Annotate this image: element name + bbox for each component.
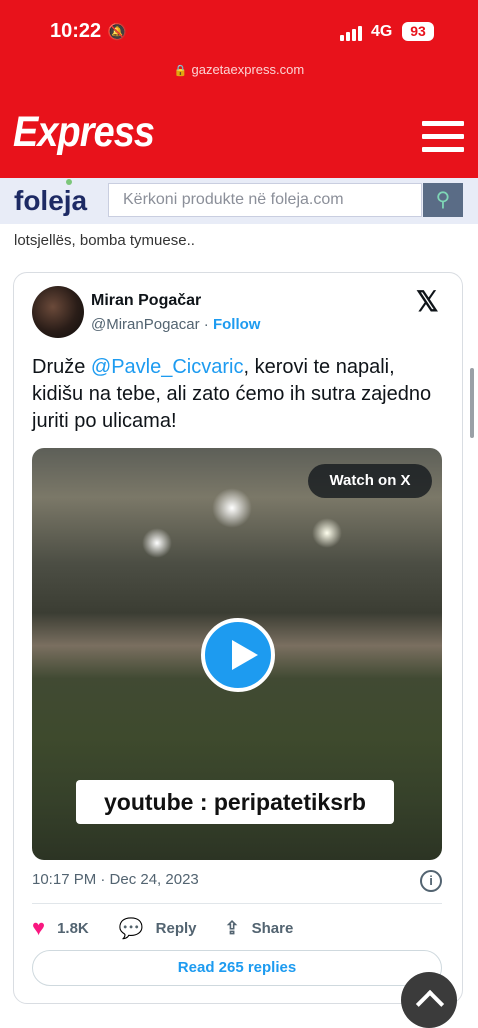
network-type: 4G xyxy=(371,23,393,40)
site-logo[interactable]: Express xyxy=(13,108,155,157)
info-icon[interactable]: i xyxy=(420,870,442,892)
tweet-actions: ♥ 1.8K 💬 Reply ⇪ Share xyxy=(32,915,294,941)
scroll-to-top-button[interactable] xyxy=(401,972,457,1028)
lock-icon: 🔒 xyxy=(173,65,188,77)
signal-icon xyxy=(340,26,362,41)
watch-on-x-button[interactable]: Watch on X xyxy=(308,464,432,498)
scrollbar[interactable] xyxy=(470,368,474,438)
video-overlay-caption: youtube : peripatetiksrb xyxy=(76,780,394,824)
chevron-up-icon xyxy=(415,989,445,1019)
like-count[interactable]: 1.8K xyxy=(57,920,89,937)
tweet-text: Druže @Pavle_Cicvaric, kerovi te napali,… xyxy=(32,354,442,435)
hamburger-menu-icon[interactable] xyxy=(422,121,464,160)
divider xyxy=(32,903,442,904)
video-light xyxy=(212,488,252,528)
search-icon[interactable]: ⚲ xyxy=(423,183,463,217)
status-bar: 10:22 🔕 4G 93 xyxy=(0,0,478,58)
share-button[interactable]: Share xyxy=(252,920,294,937)
foleja-logo[interactable]: foleja xyxy=(14,179,88,217)
heart-icon[interactable]: ♥ xyxy=(32,915,45,941)
status-time: 10:22 xyxy=(50,20,102,42)
read-replies-button[interactable]: Read 265 replies xyxy=(32,950,442,986)
url-text: gazetaexpress.com xyxy=(191,62,305,77)
foleja-logo-text: foleja xyxy=(14,185,88,216)
video-light xyxy=(312,518,342,548)
ad-search-input[interactable]: Kërkoni produkte në foleja.com xyxy=(108,183,422,217)
follow-button[interactable]: Follow xyxy=(213,316,261,333)
share-icon[interactable]: ⇪ xyxy=(225,918,240,939)
mute-bell-icon: 🔕 xyxy=(107,24,127,41)
tweet-text-part1: Druže xyxy=(32,356,91,378)
tweet-timestamp[interactable]: 10:17 PM · Dec 24, 2023 xyxy=(32,871,199,888)
article-snippet: lotsjellës, bomba tymuese.. xyxy=(14,232,195,249)
avatar[interactable] xyxy=(32,286,84,338)
foleja-logo-dot xyxy=(66,179,72,185)
reply-bubble-icon[interactable]: 💬 xyxy=(119,916,144,941)
handle-separator: · xyxy=(203,316,209,333)
battery-icon: 93 xyxy=(402,22,434,41)
reply-button[interactable]: Reply xyxy=(156,920,197,937)
address-bar[interactable]: 🔒 gazetaexpress.com xyxy=(0,62,478,77)
author-handle-row: @MiranPogacar · Follow xyxy=(91,316,260,333)
x-logo-icon[interactable]: 𝕏 xyxy=(416,285,439,318)
author-handle[interactable]: @MiranPogacar xyxy=(91,316,200,333)
video-light xyxy=(142,528,172,558)
tweet-mention[interactable]: @Pavle_Cicvaric xyxy=(91,356,244,378)
author-name[interactable]: Miran Pogačar xyxy=(91,292,201,310)
play-icon[interactable] xyxy=(201,618,275,692)
